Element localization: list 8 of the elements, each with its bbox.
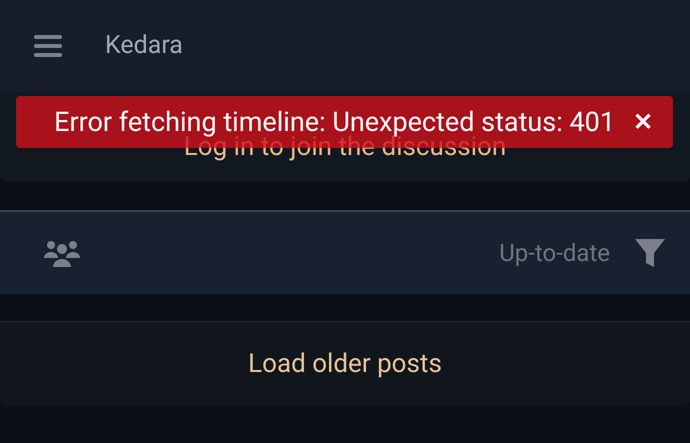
close-button[interactable]: ✕ bbox=[633, 104, 653, 140]
error-message: Error fetching timeline: Unexpected status: 401 bbox=[54, 108, 615, 136]
load-older-button[interactable]: Load older posts bbox=[248, 344, 442, 384]
menu-icon[interactable] bbox=[34, 35, 62, 57]
filter-icon[interactable] bbox=[634, 238, 666, 268]
group-icon[interactable] bbox=[43, 238, 81, 268]
timeline-status: Up-to-date bbox=[499, 238, 610, 269]
app-title: Kedara bbox=[105, 30, 183, 62]
